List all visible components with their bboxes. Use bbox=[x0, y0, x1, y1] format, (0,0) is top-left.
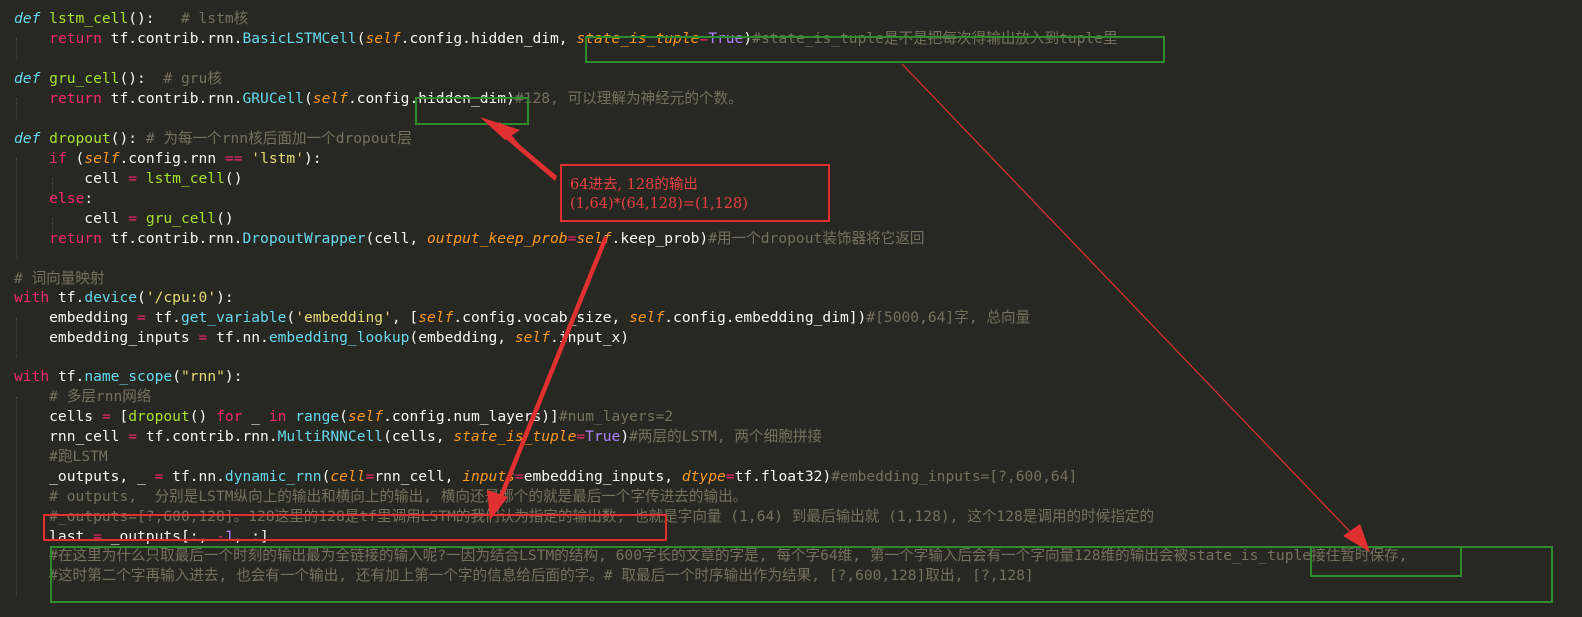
arrow-head-hidden-dim bbox=[480, 117, 520, 140]
annotation-arrows bbox=[480, 63, 1370, 552]
arrow-to-outputs bbox=[496, 236, 608, 505]
arrow-line-state-tuple bbox=[901, 63, 1359, 541]
arrow-head-outputs bbox=[487, 490, 508, 520]
